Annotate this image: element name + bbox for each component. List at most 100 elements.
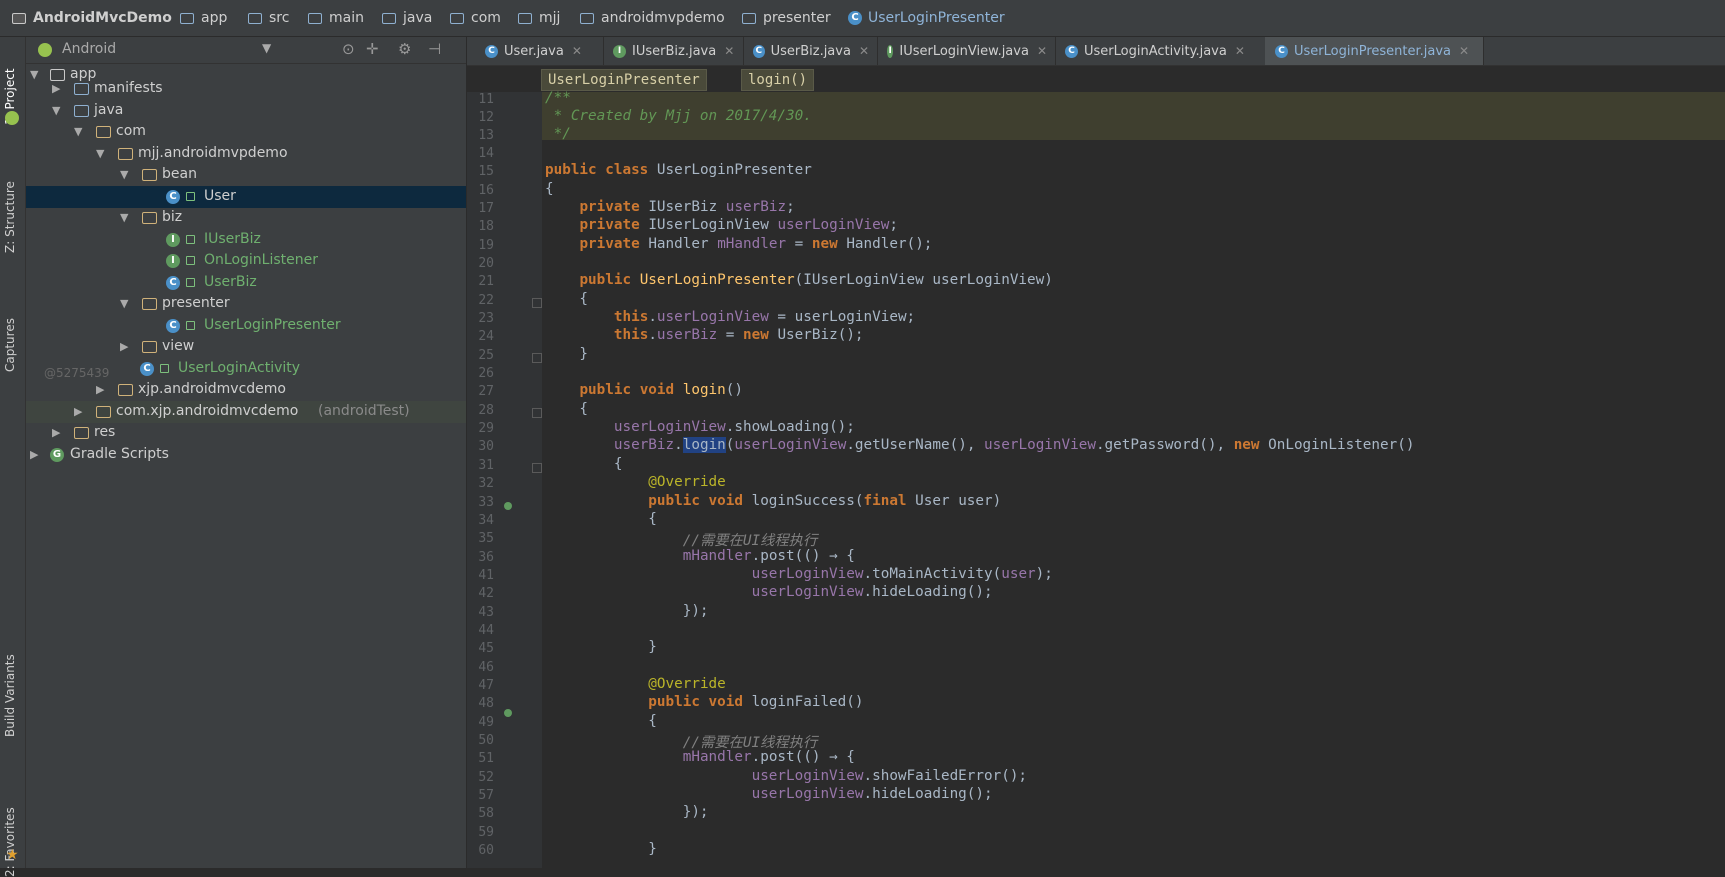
override-marker-icon[interactable] <box>504 709 512 717</box>
chevron-right-icon[interactable]: ▶ <box>52 82 60 95</box>
line-number: 34 <box>478 513 494 528</box>
tab-label: UserLoginPresenter.java <box>1294 43 1451 59</box>
tree-label: biz <box>162 209 183 225</box>
folder-icon <box>74 105 89 117</box>
chevron-down-icon[interactable]: ▼ <box>262 41 271 55</box>
close-icon[interactable]: ✕ <box>1459 44 1469 58</box>
chevron-right-icon[interactable]: ▶ <box>96 383 104 396</box>
tree-label: UserLoginPresenter <box>204 317 341 333</box>
fold-marker[interactable] <box>532 463 542 473</box>
doc-comment: */ <box>545 126 571 142</box>
crumb-androidmvpdemo[interactable]: androidmvpdemo <box>580 9 725 27</box>
gradle-icon: G <box>50 448 64 462</box>
code-crumb-method[interactable]: login() <box>741 69 815 91</box>
crumb-label: AndroidMvcDemo <box>33 10 172 26</box>
tree-item-biz[interactable]: ▼ biz <box>26 207 466 229</box>
chevron-down-icon[interactable]: ▼ <box>120 168 128 181</box>
override-marker-icon[interactable] <box>504 502 512 510</box>
lock-icon <box>186 235 195 244</box>
chevron-right-icon[interactable]: ▶ <box>52 426 60 439</box>
tab-label: IUserLoginView.java <box>899 43 1029 59</box>
chevron-right-icon[interactable]: ▶ <box>120 340 128 353</box>
code-line: userLoginView.toMainActivity(user); <box>751 566 1053 582</box>
fold-marker[interactable] <box>532 298 542 308</box>
tree-item-bean[interactable]: ▼ bean <box>26 164 466 186</box>
tree-item-xjp-androidmvcdemo[interactable]: ▶ xjp.androidmvcdemo <box>26 379 466 401</box>
chevron-right-icon[interactable]: ▶ <box>30 448 38 461</box>
tree-item-onloginlistener[interactable]: I OnLoginListener <box>26 250 466 272</box>
crumb-project[interactable]: AndroidMvcDemo <box>12 9 172 27</box>
chevron-down-icon[interactable]: ▼ <box>120 297 128 310</box>
crumb-userloginpresenter[interactable]: C UserLoginPresenter <box>848 9 1005 27</box>
tree-item-java[interactable]: ▼ java <box>26 100 466 122</box>
crumb-app[interactable]: app <box>180 9 227 27</box>
tree-item-userbiz[interactable]: C UserBiz <box>26 272 466 294</box>
tab-iuserloginview-java[interactable]: I IUserLoginView.java ✕ <box>877 37 1056 65</box>
chevron-down-icon[interactable]: ▼ <box>52 104 60 117</box>
line-number: 28 <box>478 403 494 418</box>
tree-item-iuserbiz[interactable]: I IUserBiz <box>26 229 466 251</box>
crumb-src[interactable]: src <box>248 9 289 27</box>
crumb-presenter[interactable]: presenter <box>742 9 831 27</box>
line-number: 44 <box>478 623 494 638</box>
fold-marker[interactable] <box>532 408 542 418</box>
toolwindow-structure[interactable]: Z: Structure <box>3 157 21 253</box>
chevron-down-icon[interactable]: ▼ <box>120 211 128 224</box>
close-icon[interactable]: ✕ <box>1037 44 1047 58</box>
tree-item-manifests[interactable]: ▶ manifests <box>26 78 466 100</box>
code-line: { <box>545 456 623 472</box>
project-panel: Android ▼ ⊙ ✛ ⚙ ⊣ ▼ app ▶ manifests ▼ ja… <box>26 37 467 868</box>
view-mode-select[interactable]: Android <box>62 41 116 57</box>
line-number: 30 <box>478 439 494 454</box>
code-line: private Handler mHandler = new Handler()… <box>579 236 933 252</box>
tab-userloginactivity-java[interactable]: C UserLoginActivity.java ✕ <box>1055 37 1266 65</box>
close-icon[interactable]: ✕ <box>572 44 582 58</box>
code-line: { <box>545 401 589 417</box>
toolwindow-build-variants[interactable]: Build Variants <box>3 617 21 737</box>
code-line: } <box>545 841 657 857</box>
sync-icon[interactable]: ⊙ <box>342 40 355 58</box>
crumb-mjj[interactable]: mjj <box>518 9 560 27</box>
tree-item-mjj-androidmvpdemo[interactable]: ▼ mjj.androidmvpdemo <box>26 143 466 165</box>
line-number: 25 <box>478 348 494 363</box>
crumb-java[interactable]: java <box>382 9 432 27</box>
code-line: //需要在UI线程执行 <box>545 529 818 550</box>
close-icon[interactable]: ✕ <box>859 44 869 58</box>
code-crumb-class[interactable]: UserLoginPresenter <box>541 69 707 91</box>
tab-iuserbiz-java[interactable]: I IUserBiz.java ✕ <box>603 37 744 65</box>
chevron-down-icon[interactable]: ▼ <box>96 147 104 160</box>
chevron-down-icon[interactable]: ▼ <box>74 125 82 138</box>
interface-icon: I <box>613 44 626 58</box>
code-line: userLoginView.showFailedError(); <box>751 768 1028 784</box>
close-icon[interactable]: ✕ <box>1235 44 1245 58</box>
crumb-com[interactable]: com <box>450 9 501 27</box>
tab-userloginpresenter-java[interactable]: C UserLoginPresenter.java ✕ <box>1265 37 1484 65</box>
tree-item-com-xjp-androidmvcdemo[interactable]: ▶ com.xjp.androidmvcdemo (androidTest) <box>26 401 466 423</box>
tab-userbiz-java[interactable]: C UserBiz.java ✕ <box>743 37 878 65</box>
class-name: UserLoginPresenter <box>656 162 812 178</box>
fold-marker[interactable] <box>532 353 542 363</box>
code-line: userBiz.login(userLoginView.getUserName(… <box>613 437 1415 453</box>
gear-icon[interactable]: ⚙ <box>398 40 411 58</box>
tree-item-gradle-scripts[interactable]: ▶ G Gradle Scripts <box>26 444 466 466</box>
hide-icon[interactable]: ⊣ <box>428 40 441 58</box>
tree-item-view[interactable]: ▶ view <box>26 336 466 358</box>
tab-label: UserBiz.java <box>770 43 851 59</box>
line-number: 27 <box>478 384 494 399</box>
tree-item-user[interactable]: C User <box>26 186 466 208</box>
toolwindow-captures[interactable]: Captures <box>3 282 21 372</box>
close-icon[interactable]: ✕ <box>724 44 734 58</box>
folder-icon <box>74 427 89 439</box>
class-icon: C <box>485 44 498 58</box>
crumb-main[interactable]: main <box>308 9 364 27</box>
tree-item-presenter[interactable]: ▼ presenter <box>26 293 466 315</box>
tree-item-userloginpresenter[interactable]: C UserLoginPresenter <box>26 315 466 337</box>
class-icon: C <box>166 190 180 204</box>
tree-item-com[interactable]: ▼ com <box>26 121 466 143</box>
code-line: userLoginView.showLoading(); <box>613 419 855 435</box>
tree-item-res[interactable]: ▶ res <box>26 422 466 444</box>
scroll-from-source-icon[interactable]: ✛ <box>366 40 379 58</box>
chevron-right-icon[interactable]: ▶ <box>74 405 82 418</box>
line-number: 19 <box>478 238 494 253</box>
tab-user-java[interactable]: C User.java ✕ <box>475 37 604 65</box>
